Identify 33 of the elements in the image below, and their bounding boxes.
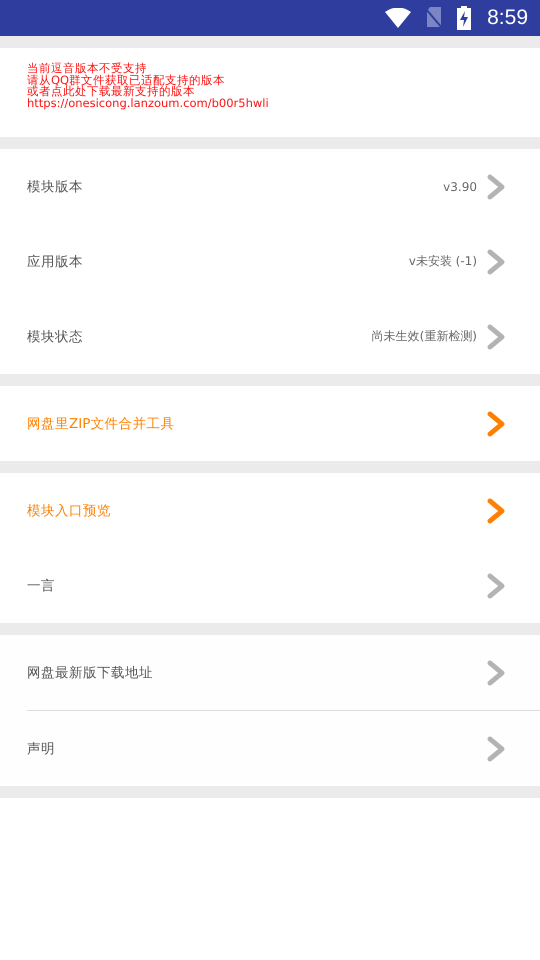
- chevron-right-icon: [487, 736, 505, 762]
- clock-time: 8:59: [487, 6, 528, 30]
- chevron-right-icon: [487, 324, 505, 350]
- row-label: 网盘最新版下载地址: [27, 664, 153, 682]
- settings-row[interactable]: 网盘最新版下载地址: [0, 635, 540, 710]
- warning-text: 请从QQ群文件获取已适配支持的版本: [27, 74, 226, 86]
- chevron-right-icon: [487, 572, 505, 598]
- settings-row[interactable]: 应用版本 v未安装 (-1): [0, 224, 540, 299]
- chevron-right-icon: [487, 174, 505, 200]
- row-value: v未安装 (-1): [408, 253, 477, 270]
- battery-charging-icon: [457, 6, 472, 30]
- row-label: 模块入口预览: [27, 502, 111, 520]
- chevron-right-icon: [487, 498, 505, 524]
- chevron-right-icon: [487, 660, 505, 686]
- no-sim-icon: [425, 7, 444, 29]
- warning-text: https://onesicong.lanzoum.com/b00r5hwli: [27, 98, 269, 109]
- chevron-right-icon: [487, 410, 505, 436]
- row-label: 模块版本: [27, 178, 83, 196]
- settings-row[interactable]: 模块版本 v3.90: [0, 149, 540, 224]
- row-value: v3.90: [443, 180, 477, 194]
- row-value: 尚未生效(重新检测): [372, 328, 477, 345]
- settings-row[interactable]: 模块状态 尚未生效(重新检测): [0, 299, 540, 374]
- settings-row[interactable]: 一言: [0, 548, 540, 623]
- row-label: 模块状态: [27, 328, 83, 346]
- row-label: 网盘里ZIP文件合并工具: [27, 414, 174, 432]
- row-label: 一言: [27, 576, 55, 594]
- wifi-icon: [385, 8, 412, 28]
- settings-row[interactable]: 声明: [0, 711, 540, 786]
- chevron-right-icon: [487, 248, 505, 274]
- row-label: 声明: [27, 740, 55, 758]
- row-label: 应用版本: [27, 252, 83, 270]
- warning-text: 当前逗音版本不受支持: [27, 63, 147, 74]
- warning-text: 或者点此处下载最新支持的版本: [27, 86, 195, 98]
